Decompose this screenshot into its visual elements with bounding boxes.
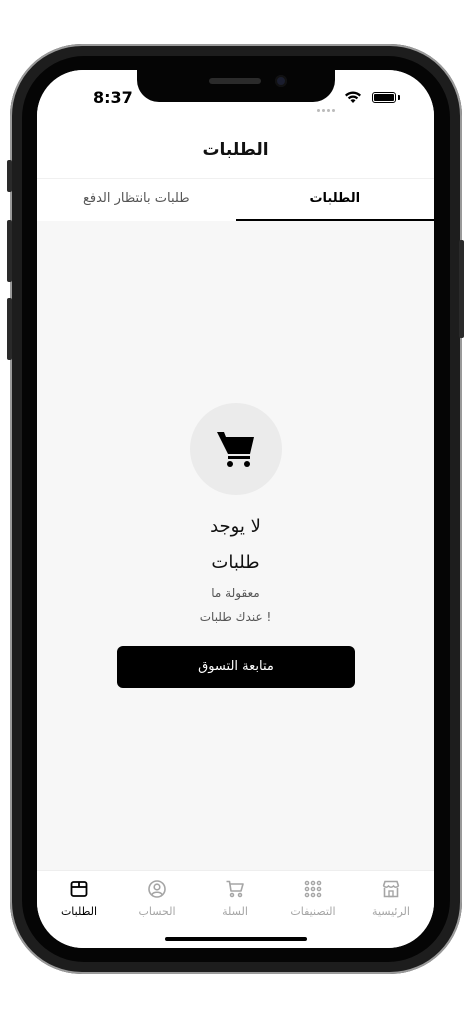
nav-item-cart[interactable]: السلة	[199, 879, 271, 918]
tab-orders[interactable]: الطلبات	[235, 179, 434, 221]
status-time: 8:37	[93, 88, 133, 107]
volume-up-button	[7, 220, 12, 282]
tab-pending-payment[interactable]: طلبات بانتظار الدفع	[37, 179, 236, 221]
empty-state-title-line2: طلبات	[211, 552, 260, 573]
front-camera	[275, 75, 287, 87]
empty-state-icon-circle	[190, 403, 282, 495]
nav-label-orders: الطلبات	[60, 905, 98, 918]
nav-item-account[interactable]: الحساب	[121, 879, 193, 918]
nav-label-categories: التصنيفات	[290, 905, 336, 918]
empty-state-subtitle-line2: عندك طلبات !	[199, 610, 272, 624]
store-icon	[382, 880, 400, 898]
empty-state-subtitle-line1: معقولة ما	[211, 586, 260, 600]
power-button	[459, 240, 464, 338]
cart-icon	[217, 432, 254, 467]
speaker-grille	[209, 78, 261, 84]
page-title: الطلبات	[37, 122, 434, 178]
mute-switch	[7, 160, 12, 192]
continue-shopping-button[interactable]: متابعة التسوق	[117, 646, 355, 688]
user-circle-icon	[148, 880, 166, 898]
nav-label-cart: السلة	[222, 905, 248, 918]
battery-icon	[372, 92, 396, 103]
empty-state-title-line1: لا يوجد	[210, 516, 261, 537]
app-screen: 8:37 الطلبات طلبات بانتظار الدفع الطلبات…	[37, 70, 434, 948]
battery-tip	[398, 95, 400, 100]
cart-icon	[226, 880, 244, 898]
wifi-icon	[345, 91, 361, 103]
nav-item-orders[interactable]: الطلبات	[43, 879, 115, 918]
box-icon	[70, 881, 88, 897]
volume-down-button	[7, 298, 12, 360]
nav-label-account: الحساب	[138, 905, 176, 918]
nav-item-home[interactable]: الرئيسية	[355, 879, 427, 918]
notch	[137, 70, 335, 102]
nav-label-home: الرئيسية	[372, 905, 410, 918]
grid-dots-icon	[304, 880, 322, 898]
orders-tabs: طلبات بانتظار الدفع الطلبات	[37, 178, 434, 221]
home-indicator[interactable]	[165, 937, 307, 941]
nav-item-categories[interactable]: التصنيفات	[277, 879, 349, 918]
